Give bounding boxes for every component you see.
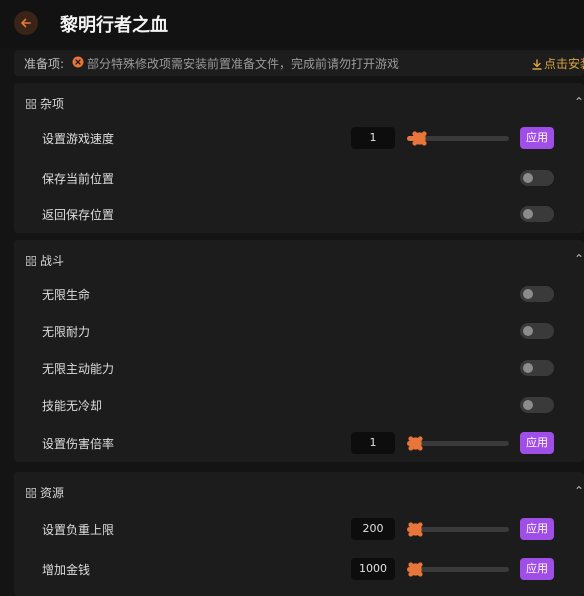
section-title: 战斗 <box>40 254 65 268</box>
section-resources: 资源 ⌃ 设置负重上限 200 应用 增加金钱 1000 应用 <box>14 472 584 596</box>
add-money-slider[interactable] <box>407 558 509 580</box>
row-add-money: 增加金钱 1000 应用 <box>14 554 584 584</box>
row-label: 无限耐力 <box>42 325 91 339</box>
section-combat: 战斗 ⌃ 无限生命 无限耐力 无限主动能力 技能无冷却 设置伤害倍率 1 应用 <box>14 240 584 462</box>
slider-thumb[interactable] <box>411 130 428 147</box>
collapse-icon[interactable]: ⌃ <box>574 484 584 498</box>
install-link-label: 点击安装 <box>544 57 584 71</box>
infinite-ability-toggle[interactable] <box>520 360 554 376</box>
download-icon <box>532 59 542 70</box>
title-bar: 黎明行者之血 <box>0 0 584 48</box>
row-label: 设置负重上限 <box>42 523 115 537</box>
row-label: 无限生命 <box>42 288 91 302</box>
grid-icon <box>26 256 36 266</box>
row-label: 技能无冷却 <box>42 399 103 413</box>
row-label: 增加金钱 <box>42 563 91 577</box>
section-header: 资源 <box>26 484 64 501</box>
weight-limit-input[interactable]: 200 <box>351 518 395 540</box>
row-save-position: 保存当前位置 <box>14 163 584 193</box>
section-header: 杂项 <box>26 95 64 112</box>
grid-icon <box>26 99 36 109</box>
row-infinite-ability: 无限主动能力 <box>14 353 584 383</box>
page-title: 黎明行者之血 <box>60 15 168 36</box>
damage-multiplier-slider[interactable] <box>407 432 509 454</box>
row-label: 设置伤害倍率 <box>42 437 115 451</box>
apply-button[interactable]: 应用 <box>520 518 554 540</box>
row-label: 保存当前位置 <box>42 172 115 186</box>
collapse-icon[interactable]: ⌃ <box>574 95 584 109</box>
infinite-health-toggle[interactable] <box>520 286 554 302</box>
section-title: 杂项 <box>40 97 65 111</box>
row-return-position: 返回保存位置 <box>14 199 584 229</box>
apply-button[interactable]: 应用 <box>520 127 554 149</box>
slider-thumb[interactable] <box>407 435 424 452</box>
game-speed-input[interactable]: 1 <box>351 127 395 149</box>
damage-multiplier-input[interactable]: 1 <box>351 432 395 454</box>
prep-bar: 准备项: 部分特殊修改项需安装前置准备文件，完成前请勿打开游戏 点击安装 <box>14 50 584 76</box>
section-header: 战斗 <box>26 252 64 269</box>
warning-icon <box>72 56 84 68</box>
no-cooldown-toggle[interactable] <box>520 397 554 413</box>
row-label: 返回保存位置 <box>42 208 115 222</box>
return-position-toggle[interactable] <box>520 206 554 222</box>
weight-limit-slider[interactable] <box>407 518 509 540</box>
back-button[interactable] <box>14 11 38 35</box>
row-game-speed: 设置游戏速度 1 应用 <box>14 123 584 153</box>
save-position-toggle[interactable] <box>520 170 554 186</box>
infinite-stamina-toggle[interactable] <box>520 323 554 339</box>
row-weight-limit: 设置负重上限 200 应用 <box>14 514 584 544</box>
slider-thumb[interactable] <box>407 561 424 578</box>
apply-button[interactable]: 应用 <box>520 558 554 580</box>
game-speed-slider[interactable] <box>407 127 509 149</box>
grid-icon <box>26 488 36 498</box>
section-misc: 杂项 ⌃ 设置游戏速度 1 应用 保存当前位置 返回保存位置 <box>14 83 584 233</box>
prep-text: 部分特殊修改项需安装前置准备文件，完成前请勿打开游戏 <box>87 57 400 71</box>
row-infinite-health: 无限生命 <box>14 279 584 309</box>
row-no-cooldown: 技能无冷却 <box>14 390 584 420</box>
row-label: 设置游戏速度 <box>42 132 115 146</box>
prep-label: 准备项: <box>24 57 65 71</box>
row-label: 无限主动能力 <box>42 362 115 376</box>
row-infinite-stamina: 无限耐力 <box>14 316 584 346</box>
add-money-input[interactable]: 1000 <box>351 558 395 580</box>
install-link[interactable]: 点击安装 <box>532 55 584 72</box>
row-damage-multiplier: 设置伤害倍率 1 应用 <box>14 428 584 458</box>
apply-button[interactable]: 应用 <box>520 432 554 454</box>
section-title: 资源 <box>40 486 65 500</box>
collapse-icon[interactable]: ⌃ <box>574 252 584 266</box>
back-arrow-icon <box>21 18 31 28</box>
slider-thumb[interactable] <box>407 521 424 538</box>
